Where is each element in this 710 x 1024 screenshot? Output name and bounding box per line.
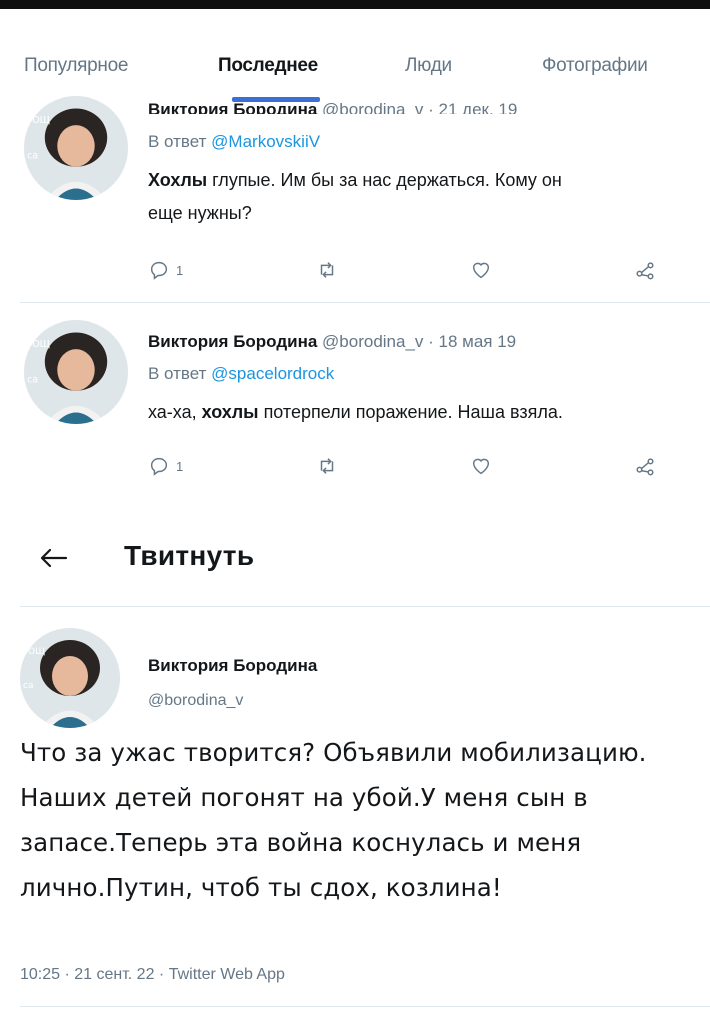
reply-context: В ответ @MarkovskiiV: [148, 132, 321, 151]
divider: [20, 302, 710, 303]
status-bar: [0, 0, 710, 9]
share-icon: [636, 458, 654, 476]
divider: [20, 606, 710, 607]
author-handle-date: @borodina_v · 18 мая 19: [317, 332, 517, 351]
svg-text:ОЩ: ОЩ: [28, 647, 45, 657]
share-button[interactable]: [634, 256, 656, 284]
author-name[interactable]: Виктория Бородина: [148, 656, 317, 676]
share-button[interactable]: [634, 452, 656, 480]
back-arrow-icon[interactable]: [36, 540, 72, 576]
retweet-button[interactable]: [316, 452, 338, 480]
author-name[interactable]: Виктория Бородина: [148, 332, 317, 351]
tweet-text: ха-ха, хохлы потерпели поражение. Наша в…: [148, 402, 563, 422]
svg-text:са: са: [27, 150, 38, 161]
svg-text:ОЩ: ОЩ: [32, 115, 50, 126]
tab-people[interactable]: Люди: [405, 55, 452, 77]
divider: [20, 1006, 710, 1007]
like-button[interactable]: [470, 256, 492, 284]
mention-link[interactable]: @MarkovskiiV: [211, 132, 320, 151]
tweet-header: Виктория Бородина @borodina_v · 18 мая 1…: [148, 332, 516, 352]
tab-latest[interactable]: Последнее: [218, 55, 318, 77]
heart-icon: [472, 262, 490, 279]
avatar[interactable]: ОЩ са: [24, 320, 128, 424]
tab-photos[interactable]: Фотографии: [542, 55, 648, 77]
svg-text:са: са: [27, 374, 38, 385]
reply-button[interactable]: 1: [148, 256, 183, 284]
tab-popular[interactable]: Популярное: [24, 55, 128, 77]
tweet-meta: 10:25 · 21 сент. 22 · Twitter Web App: [20, 966, 285, 983]
share-icon: [636, 262, 654, 280]
like-button[interactable]: [470, 452, 492, 480]
author-handle[interactable]: @borodina_v: [148, 692, 243, 710]
page-title: Твитнуть: [124, 540, 255, 571]
avatar[interactable]: ОЩ са: [20, 628, 120, 728]
tweet-header-cut: Виктория Бородина @borodina_v · 21 дек. …: [148, 100, 708, 114]
author-name[interactable]: Виктория Бородина: [148, 100, 317, 114]
svg-text:ОЩ: ОЩ: [32, 339, 50, 350]
tweet-text: Что за ужас творится? Объявили мобилизац…: [20, 738, 647, 902]
tweet-actions: 1: [148, 256, 688, 284]
retweet-icon: [320, 262, 334, 278]
reply-button[interactable]: 1: [148, 452, 183, 480]
reply-icon: [150, 457, 168, 476]
search-tabs: Популярное Последнее Люди Фотографии: [0, 9, 710, 109]
retweet-icon: [320, 458, 334, 474]
reply-context: В ответ @spacelordrock: [148, 364, 335, 383]
tweet-detail-header: Твитнуть: [0, 520, 710, 600]
retweet-button[interactable]: [316, 256, 338, 284]
author-handle-date: @borodina_v · 21 дек. 19: [322, 100, 518, 114]
heart-icon: [472, 458, 490, 475]
avatar[interactable]: ОЩ са: [24, 96, 128, 200]
tweet-text: Хохлы глупые. Им бы за нас держаться. Ко…: [148, 170, 562, 223]
tweet-actions: 1: [148, 452, 688, 480]
reply-icon: [150, 261, 168, 280]
svg-text:са: са: [23, 681, 33, 691]
mention-link[interactable]: @spacelordrock: [211, 364, 334, 383]
